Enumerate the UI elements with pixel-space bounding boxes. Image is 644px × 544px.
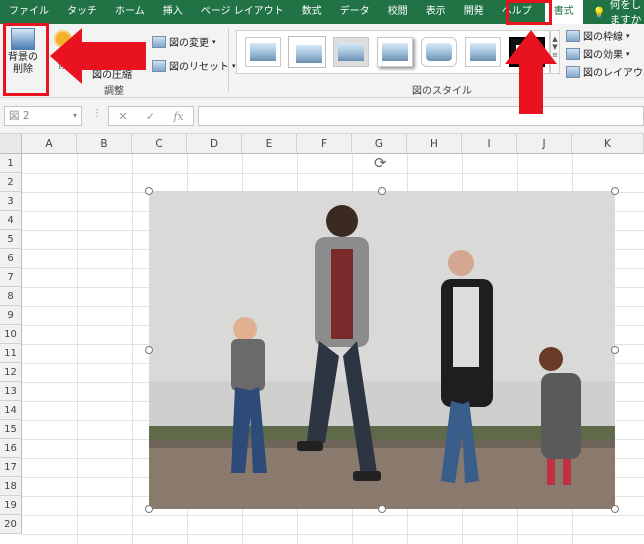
style-thumbnail[interactable]: [333, 37, 369, 67]
resize-handle[interactable]: [611, 187, 619, 195]
style-thumbnail[interactable]: [245, 37, 281, 67]
styles-group-label: 図のスタイル: [412, 86, 472, 97]
row-header[interactable]: 5: [0, 230, 22, 249]
style-thumbnail[interactable]: [289, 37, 325, 67]
tab-page-layout[interactable]: ページ レイアウト: [192, 0, 293, 24]
resize-handle[interactable]: [611, 346, 619, 354]
row-header[interactable]: 20: [0, 515, 22, 534]
tab-insert[interactable]: 挿入: [154, 0, 192, 24]
chevron-down-icon[interactable]: ▾: [73, 107, 77, 125]
picture-border-button[interactable]: 図の枠線 ▾: [566, 28, 630, 43]
picture-styles-gallery: [236, 30, 550, 74]
picture-layout-label: 図のレイアウト: [583, 68, 644, 79]
tab-formulas[interactable]: 数式: [293, 0, 331, 24]
row-header[interactable]: 14: [0, 401, 22, 420]
row-header[interactable]: 6: [0, 249, 22, 268]
row-header[interactable]: 3: [0, 192, 22, 211]
row-header[interactable]: 7: [0, 268, 22, 287]
name-box-value: 図 2: [9, 110, 30, 122]
tab-home[interactable]: ホーム: [106, 0, 154, 24]
lightbulb-icon: 💡: [592, 6, 606, 19]
tell-me-label: 何をしますか: [609, 0, 642, 26]
tab-touch[interactable]: タッチ: [58, 0, 106, 24]
chevron-down-icon: ▾: [626, 31, 630, 40]
resize-handle[interactable]: [145, 346, 153, 354]
row-header[interactable]: 4: [0, 211, 22, 230]
row-header[interactable]: 19: [0, 496, 22, 515]
row-header[interactable]: 1: [0, 154, 22, 173]
formula-buttons: ✕ ✓ fx: [108, 106, 194, 126]
column-header-c[interactable]: C: [132, 134, 187, 154]
row-header[interactable]: 8: [0, 287, 22, 306]
style-thumbnail[interactable]: [465, 37, 501, 67]
name-box[interactable]: 図 2 ▾: [4, 106, 82, 126]
adjust-group-label: 調整: [104, 86, 124, 97]
tab-file[interactable]: ファイル: [0, 0, 58, 24]
change-picture-icon: [152, 35, 166, 48]
select-all-corner[interactable]: [0, 134, 22, 154]
insert-function-button[interactable]: fx: [173, 110, 183, 123]
group-separator: [228, 28, 229, 92]
tab-view[interactable]: 表示: [417, 0, 455, 24]
column-header-a[interactable]: A: [22, 134, 77, 154]
column-header-f[interactable]: F: [297, 134, 352, 154]
picture-effects-button[interactable]: 図の効果 ▾: [566, 46, 630, 61]
tab-review[interactable]: 校閲: [379, 0, 417, 24]
tell-me-search[interactable]: 💡 何をしますか: [593, 0, 644, 27]
drag-dots-icon: ⋮: [92, 108, 102, 119]
row-header[interactable]: 9: [0, 306, 22, 325]
highlight-format-tab: [506, 0, 552, 25]
resize-handle[interactable]: [145, 505, 153, 513]
layout-icon: [566, 65, 580, 78]
row-header[interactable]: 16: [0, 439, 22, 458]
chevron-down-icon: ▾: [212, 37, 216, 46]
formula-input[interactable]: [198, 106, 644, 126]
style-thumbnail[interactable]: [421, 37, 457, 67]
worksheet-grid: A B C D E F G H I J K 1 2 3 4 5 6 7 8 9 …: [0, 134, 644, 544]
tab-developer[interactable]: 開発: [455, 0, 493, 24]
column-header-e[interactable]: E: [242, 134, 297, 154]
picture-layout-button[interactable]: 図のレイアウト ▾: [566, 64, 644, 79]
resize-handle[interactable]: [378, 505, 386, 513]
chevron-down-icon: ▾: [232, 61, 236, 70]
pen-icon: [566, 29, 580, 42]
change-picture-label: 図の変更: [169, 38, 209, 49]
row-header[interactable]: 10: [0, 325, 22, 344]
resize-handle[interactable]: [145, 187, 153, 195]
column-header-h[interactable]: H: [407, 134, 462, 154]
picture-border-label: 図の枠線: [583, 32, 623, 43]
reset-picture-icon: [152, 59, 166, 72]
column-header-b[interactable]: B: [77, 134, 132, 154]
highlight-remove-background: [3, 23, 49, 96]
family-photo[interactable]: [149, 191, 615, 509]
row-header[interactable]: 11: [0, 344, 22, 363]
column-header-i[interactable]: I: [462, 134, 517, 154]
row-header[interactable]: 18: [0, 477, 22, 496]
change-picture-button[interactable]: 図の変更 ▾: [152, 34, 216, 49]
style-thumbnail[interactable]: [377, 37, 413, 67]
row-header[interactable]: 2: [0, 173, 22, 192]
effects-icon: [566, 47, 580, 60]
column-header-j[interactable]: J: [517, 134, 572, 154]
resize-handle[interactable]: [611, 505, 619, 513]
arrow-left-icon: [50, 28, 146, 84]
enter-icon[interactable]: ✓: [146, 110, 155, 123]
reset-picture-label: 図のリセット: [169, 62, 229, 73]
cancel-icon[interactable]: ✕: [118, 110, 127, 123]
row-header[interactable]: 17: [0, 458, 22, 477]
reset-picture-button[interactable]: 図のリセット ▾: [152, 58, 236, 73]
chevron-down-icon: ▾: [626, 49, 630, 58]
row-header[interactable]: 13: [0, 382, 22, 401]
arrow-up-icon: [505, 30, 557, 114]
column-header-d[interactable]: D: [187, 134, 242, 154]
row-header[interactable]: 12: [0, 363, 22, 382]
resize-handle[interactable]: [378, 187, 386, 195]
family-photo-art: [149, 191, 615, 509]
tab-data[interactable]: データ: [331, 0, 379, 24]
picture-effects-label: 図の効果: [583, 50, 623, 61]
rotate-handle-icon[interactable]: ⟳: [374, 154, 387, 172]
column-header-k[interactable]: K: [572, 134, 644, 154]
row-header[interactable]: 15: [0, 420, 22, 439]
column-header-g[interactable]: G: [352, 134, 407, 154]
